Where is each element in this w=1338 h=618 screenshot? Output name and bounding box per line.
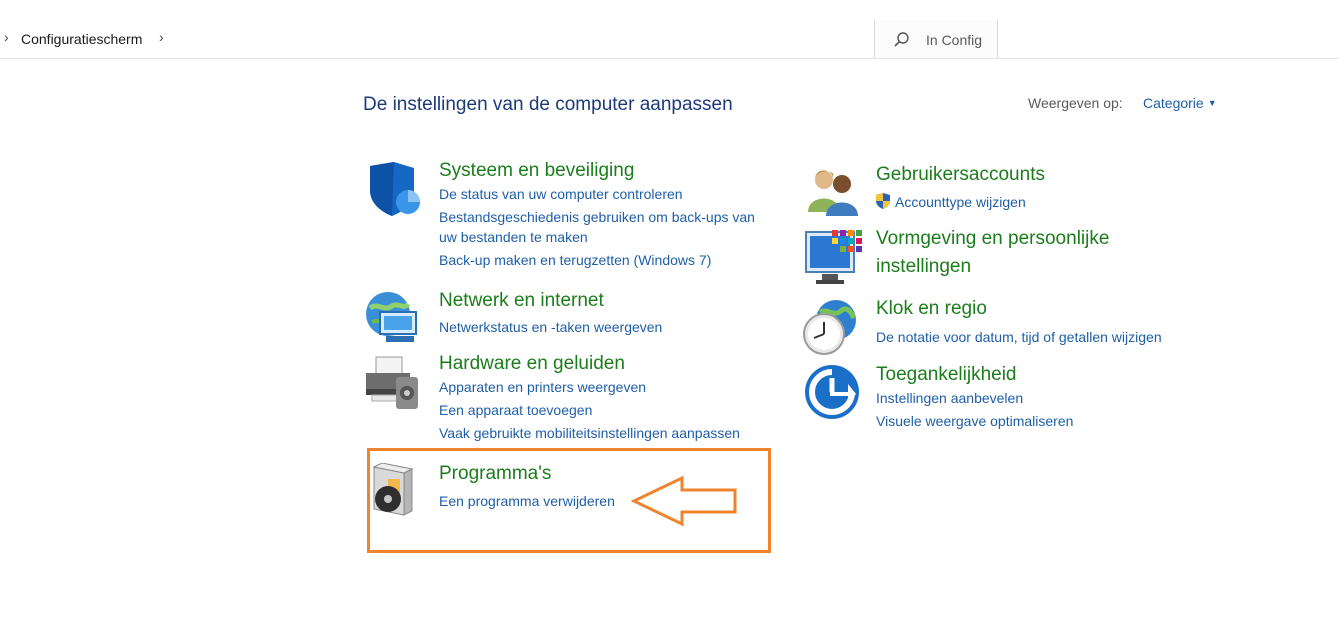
printer-icon	[366, 356, 418, 409]
page-title: De instellingen van de computer aanpasse…	[363, 94, 733, 115]
category-link[interactable]: Visuele weergave optimaliseren	[876, 413, 1073, 429]
chevron-right-icon[interactable]: ›	[4, 29, 9, 45]
view-by-label: Weergeven op:	[1028, 95, 1123, 111]
chevron-down-icon: ▼	[1207, 98, 1217, 108]
network-globe-icon	[366, 292, 417, 342]
appearance-monitor-icon	[805, 230, 862, 284]
arrow-annotation-icon	[630, 475, 737, 527]
category-link[interactable]: Accounttype wijzigen	[895, 194, 1026, 210]
accessibility-icon	[805, 365, 859, 419]
uac-shield-icon	[876, 193, 890, 209]
category-link[interactable]: Vaak gebruikte mobiliteitsinstellingen a…	[439, 425, 740, 441]
category-title[interactable]: Hardware en geluiden	[439, 353, 625, 375]
category-link[interactable]: Netwerkstatus en -taken weergeven	[439, 319, 662, 335]
view-by-dropdown[interactable]: Categorie ▼	[1143, 95, 1217, 111]
category-link[interactable]: uw bestanden te maken	[439, 229, 588, 245]
clock-globe-icon	[803, 300, 857, 355]
address-bar: › Configuratiescherm › In Config	[0, 20, 1338, 59]
search-icon	[894, 32, 909, 47]
view-by-value: Categorie	[1143, 95, 1204, 111]
category-link[interactable]: Apparaten en printers weergeven	[439, 379, 646, 395]
category-title[interactable]: Toegankelijkheid	[876, 364, 1017, 386]
category-title[interactable]: Netwerk en internet	[439, 290, 604, 312]
category-link[interactable]: Instellingen aanbevelen	[876, 390, 1023, 406]
search-placeholder: In Config	[926, 32, 983, 48]
category-link[interactable]: De status van uw computer controleren	[439, 186, 683, 202]
category-link[interactable]: Een apparaat toevoegen	[439, 402, 592, 418]
category-title[interactable]: Systeem en beveiliging	[439, 160, 634, 182]
breadcrumb[interactable]: Configuratiescherm	[21, 31, 142, 47]
category-link[interactable]: De notatie voor datum, tijd of getallen …	[876, 329, 1162, 345]
category-link[interactable]: Back-up maken en terugzetten (Windows 7)	[439, 252, 711, 268]
category-link[interactable]: Bestandsgeschiedenis gebruiken om back-u…	[439, 209, 755, 225]
window-top-band	[0, 0, 1338, 21]
category-title[interactable]: Gebruikersaccounts	[876, 164, 1045, 186]
category-title[interactable]: Klok en regio	[876, 298, 987, 320]
search-input[interactable]: In Config	[874, 20, 998, 58]
category-title[interactable]: Vormgeving en persoonlijke	[876, 228, 1109, 250]
chevron-right-icon[interactable]: ›	[159, 29, 164, 45]
category-title-line2[interactable]: instellingen	[876, 256, 971, 278]
shield-icon	[370, 162, 420, 216]
users-icon	[808, 170, 858, 216]
